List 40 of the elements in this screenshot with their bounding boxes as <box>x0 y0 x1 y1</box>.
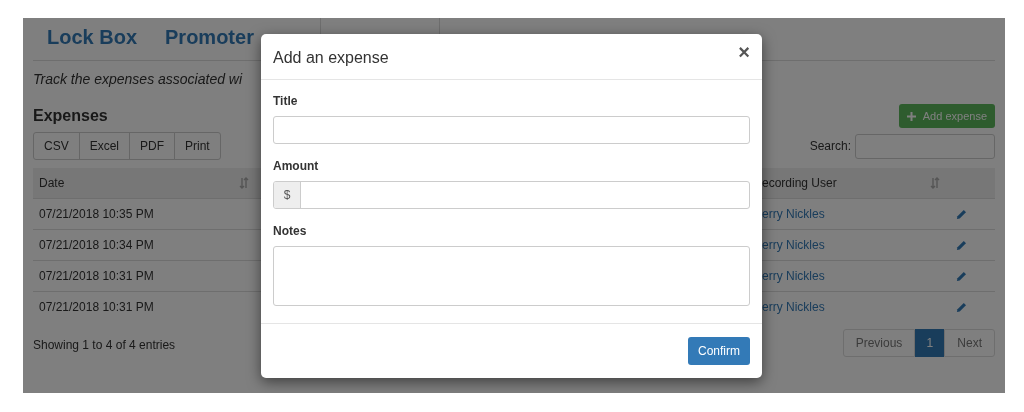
column-header[interactable]: ecording User <box>762 168 920 198</box>
user-link[interactable]: erry Nickles <box>762 236 920 254</box>
description: Track the expenses associated wi <box>33 70 244 89</box>
export-button[interactable]: CSV <box>33 132 80 160</box>
table-cell-text: 07/21/2018 10:31 PM <box>38 299 155 316</box>
entries-info: Showing 1 to 4 of 4 entries <box>33 337 176 354</box>
export-button[interactable]: Excel <box>78 132 131 160</box>
sort-icon <box>239 177 249 189</box>
user-link[interactable]: erry Nickles <box>762 205 920 223</box>
field-label: Notes <box>273 223 308 240</box>
search-field[interactable] <box>855 133 995 159</box>
search-label: Search: <box>809 138 851 155</box>
field-label: Amount <box>273 158 320 175</box>
next-button: Next <box>944 329 995 357</box>
page-button[interactable]: 1 <box>915 329 945 357</box>
confirm-button[interactable]: Confirm <box>688 337 750 365</box>
add-expense-button[interactable]: Add expense <box>898 104 995 128</box>
user-link[interactable]: erry Nickles <box>762 267 920 285</box>
pencil-icon[interactable] <box>956 270 967 282</box>
pencil-icon[interactable] <box>956 301 967 313</box>
table-cell-text: 07/21/2018 10:31 PM <box>38 268 155 285</box>
field-label: Title <box>273 93 299 110</box>
sort-icon <box>930 177 940 189</box>
close-button[interactable]: × <box>738 42 750 62</box>
user-link[interactable]: erry Nickles <box>762 298 920 316</box>
pencil-icon[interactable] <box>956 239 967 251</box>
title-field[interactable] <box>273 116 750 144</box>
table-cell-text: 07/21/2018 10:34 PM <box>38 237 155 254</box>
pencil-icon[interactable] <box>956 208 967 220</box>
export-button[interactable]: PDF <box>129 132 176 160</box>
notes-field[interactable] <box>273 246 750 306</box>
column-header[interactable]: Date <box>33 168 255 198</box>
amount-field[interactable]: $ <box>273 181 750 209</box>
previous-button: Previous <box>842 329 916 357</box>
tab[interactable]: Lock Box <box>33 22 152 60</box>
plus-icon <box>906 111 916 121</box>
export-button[interactable]: Print <box>174 132 221 160</box>
section-heading: Expenses <box>33 106 108 126</box>
modal-title: Add an expense <box>273 48 389 68</box>
table-cell-text: 07/21/2018 10:35 PM <box>38 206 155 223</box>
